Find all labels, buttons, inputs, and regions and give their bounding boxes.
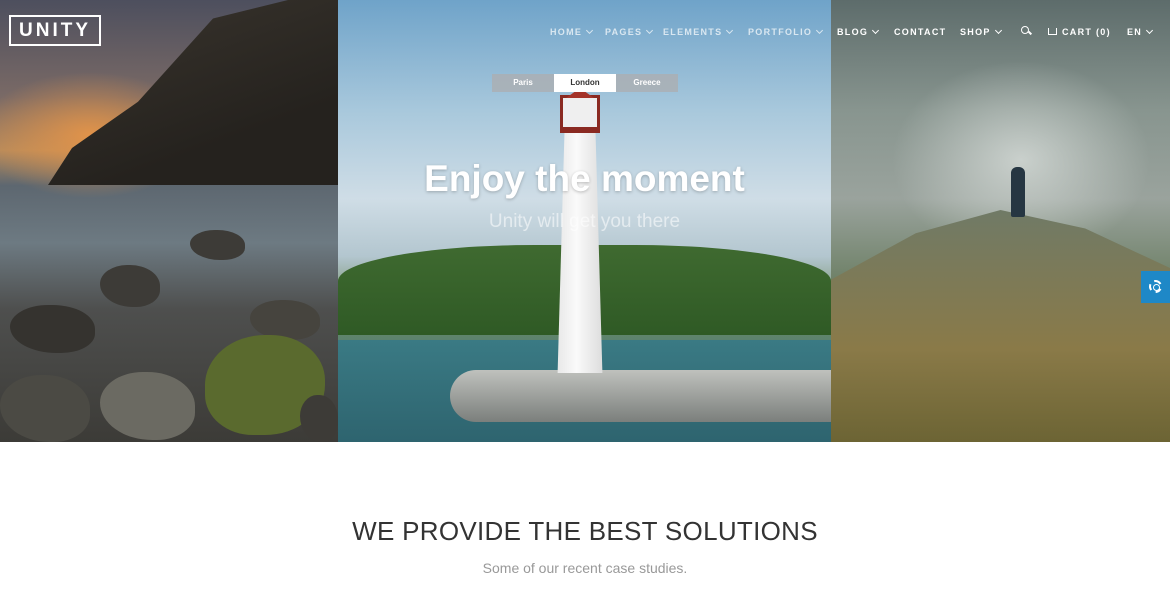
tab-london[interactable]: London	[554, 74, 616, 92]
cart-icon	[1048, 28, 1057, 35]
cart-link[interactable]: CART (0)	[1048, 26, 1111, 38]
nav-item-contact[interactable]: CONTACT	[894, 26, 946, 38]
nav-item-elements[interactable]: ELEMENTS	[663, 26, 734, 38]
section-title: WE PROVIDE THE BEST SOLUTIONS	[352, 516, 818, 546]
tab-greece[interactable]: Greece	[616, 74, 678, 92]
mountain-image-panel	[831, 0, 1170, 442]
slider-subheadline: Unity will get you there	[488, 211, 681, 232]
section-subtitle: Some of our recent case studies.	[482, 560, 688, 576]
chevron-down-icon	[816, 26, 824, 35]
slider-headline: Enjoy the moment	[424, 158, 745, 199]
tab-paris[interactable]: Paris	[492, 74, 554, 92]
nav-item-blog[interactable]: BLOG	[837, 26, 880, 38]
nav-item-pages[interactable]: PAGES	[605, 26, 654, 38]
nav-item-home[interactable]: HOME	[550, 26, 594, 38]
language-selector[interactable]: EN	[1127, 26, 1154, 38]
coast-image-panel	[0, 0, 338, 442]
chevron-down-icon	[994, 26, 1002, 35]
chevron-down-icon	[1146, 26, 1154, 35]
search-icon[interactable]	[1021, 26, 1031, 36]
chevron-down-icon	[872, 26, 880, 35]
chevron-down-icon	[646, 26, 654, 35]
settings-toggle-button[interactable]	[1141, 271, 1170, 303]
nav-item-portfolio[interactable]: PORTFOLIO	[748, 26, 824, 38]
nav-item-shop[interactable]: SHOP	[960, 26, 1002, 38]
chevron-down-icon	[726, 26, 734, 35]
chevron-down-icon	[586, 26, 594, 35]
site-logo[interactable]: UNITY	[9, 15, 101, 46]
gear-icon	[1149, 280, 1162, 293]
